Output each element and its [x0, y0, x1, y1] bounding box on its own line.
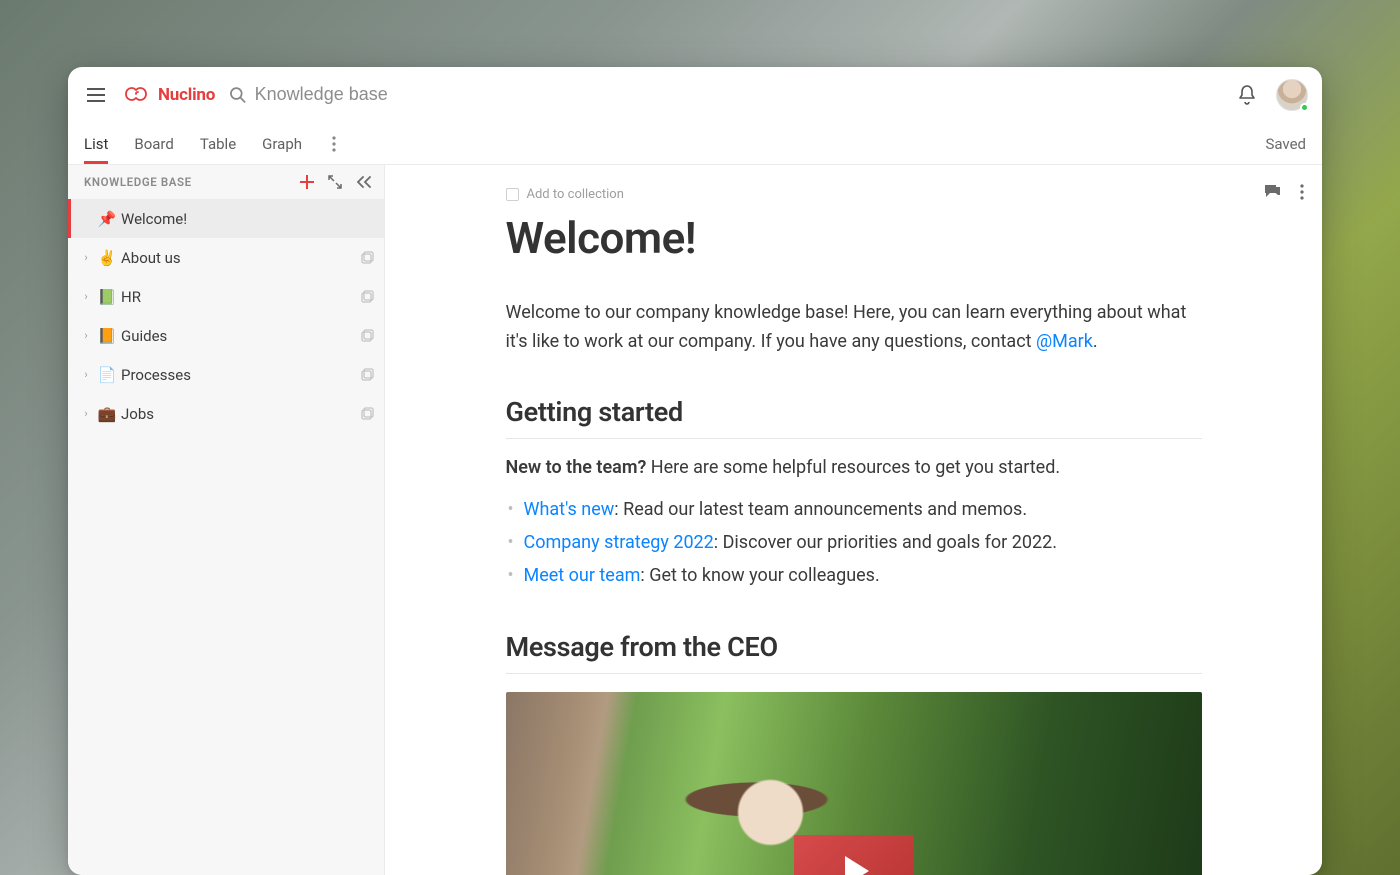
more-vertical-icon [332, 136, 336, 152]
cards-icon [361, 407, 374, 420]
chevron-right-icon: › [81, 407, 91, 420]
add-to-collection-label: Add to collection [527, 187, 624, 202]
menu-button[interactable] [82, 81, 110, 109]
tabs-row: List Board Table Graph Saved [68, 123, 1322, 165]
sidebar-item-label: Processes [121, 366, 357, 384]
link-whats-new[interactable]: What's new [524, 499, 615, 520]
sidebar-item-about-us[interactable]: › ✌️ About us [68, 238, 384, 277]
doc-title[interactable]: Welcome! [506, 212, 1202, 264]
bullet-rest: : Read our latest team announcements and… [614, 499, 1027, 520]
chevron-right-icon: › [81, 329, 91, 342]
play-button[interactable] [794, 835, 914, 875]
link-company-strategy[interactable]: Company strategy 2022 [524, 532, 714, 553]
sidebar: KNOWLEDGE BASE 📌 Welco [68, 165, 385, 875]
sidebar-item-label: HR [121, 288, 357, 306]
list-item[interactable]: What's new: Read our latest team announc… [524, 496, 1202, 525]
list-item[interactable]: Company strategy 2022: Discover our prio… [524, 529, 1202, 558]
more-vertical-icon [1300, 184, 1304, 200]
emoji-icon: 📄 [97, 366, 117, 384]
chevron-right-icon: › [81, 251, 91, 264]
sidebar-title: KNOWLEDGE BASE [84, 175, 192, 189]
add-to-collection-button[interactable]: Add to collection [506, 187, 1202, 202]
cards-icon [361, 368, 374, 381]
save-status: Saved [1265, 135, 1306, 153]
tab-graph[interactable]: Graph [262, 123, 302, 164]
emoji-icon: 💼 [97, 405, 117, 423]
chevron-right-icon: › [81, 290, 91, 303]
brand-name: Nuclino [158, 85, 215, 105]
link-meet-our-team[interactable]: Meet our team [524, 565, 641, 586]
intro-text-post: . [1093, 331, 1098, 352]
emoji-icon: 📗 [97, 288, 117, 306]
lead-strong: New to the team? [506, 457, 647, 478]
play-icon [845, 856, 869, 875]
sidebar-header: KNOWLEDGE BASE [68, 165, 384, 199]
search-icon [229, 86, 247, 104]
cards-icon [361, 251, 374, 264]
presence-indicator [1300, 103, 1309, 112]
search-input[interactable] [255, 84, 1224, 105]
bullet-rest: : Discover our priorities and goals for … [714, 532, 1057, 553]
view-tabs: List Board Table Graph [84, 123, 340, 164]
body: KNOWLEDGE BASE 📌 Welco [68, 165, 1322, 875]
cards-icon [361, 329, 374, 342]
section1-lead[interactable]: New to the team? Here are some helpful r… [506, 457, 1202, 478]
doc-more-button[interactable] [1300, 184, 1304, 200]
mention-mark[interactable]: @Mark [1036, 331, 1093, 352]
bell-icon [1238, 85, 1256, 105]
chat-icon [1263, 183, 1280, 200]
sidebar-item-jobs[interactable]: › 💼 Jobs [68, 394, 384, 433]
sidebar-item-guides[interactable]: › 📙 Guides [68, 316, 384, 355]
bullet-rest: : Get to know your colleagues. [640, 565, 879, 586]
notifications-button[interactable] [1238, 85, 1256, 105]
topbar-right [1238, 79, 1308, 111]
chevron-right-icon: › [81, 368, 91, 381]
emoji-icon: 📙 [97, 327, 117, 345]
sidebar-item-label: Jobs [121, 405, 357, 423]
app-window: Nuclino List Board Table Graph Save [68, 67, 1322, 875]
tab-list[interactable]: List [84, 123, 108, 164]
sidebar-item-label: About us [121, 249, 357, 267]
plus-icon [300, 175, 314, 189]
expand-icon [328, 175, 342, 189]
document: Add to collection Welcome! Welcome to ou… [506, 165, 1202, 875]
lead-rest: Here are some helpful resources to get y… [646, 457, 1060, 478]
intro-paragraph[interactable]: Welcome to our company knowledge base! H… [506, 298, 1202, 356]
collapse-sidebar-button[interactable] [356, 176, 372, 188]
bullet-list: What's new: Read our latest team announc… [506, 496, 1202, 590]
sidebar-item-label: Guides [121, 327, 357, 345]
user-avatar[interactable] [1276, 79, 1308, 111]
video-embed[interactable] [506, 692, 1202, 875]
cards-icon [361, 290, 374, 303]
sidebar-item-processes[interactable]: › 📄 Processes [68, 355, 384, 394]
pin-icon: 📌 [97, 210, 117, 228]
tabs-more-button[interactable] [328, 132, 340, 156]
emoji-icon: ✌️ [97, 249, 117, 267]
main-content: Add to collection Welcome! Welcome to ou… [385, 165, 1322, 875]
search [229, 84, 1224, 105]
section-heading-ceo-message[interactable]: Message from the CEO [506, 631, 1202, 674]
sidebar-item-welcome[interactable]: 📌 Welcome! [68, 199, 384, 238]
hamburger-icon [87, 88, 105, 102]
sidebar-item-label: Welcome! [121, 210, 374, 228]
tab-board[interactable]: Board [134, 123, 173, 164]
sidebar-actions [300, 175, 372, 189]
section-heading-getting-started[interactable]: Getting started [506, 396, 1202, 439]
tab-table[interactable]: Table [200, 123, 236, 164]
chevron-double-left-icon [356, 176, 372, 188]
brand-logo[interactable]: Nuclino [124, 85, 215, 105]
list-item[interactable]: Meet our team: Get to know your colleagu… [524, 562, 1202, 591]
doc-actions [1263, 183, 1304, 200]
topbar: Nuclino [68, 67, 1322, 123]
add-item-button[interactable] [300, 175, 314, 189]
comments-button[interactable] [1263, 183, 1280, 200]
expand-button[interactable] [328, 175, 342, 189]
collection-icon [506, 188, 519, 201]
sidebar-tree: 📌 Welcome! › ✌️ About us › 📗 HR › [68, 199, 384, 433]
brain-icon [124, 85, 152, 105]
sidebar-item-hr[interactable]: › 📗 HR [68, 277, 384, 316]
